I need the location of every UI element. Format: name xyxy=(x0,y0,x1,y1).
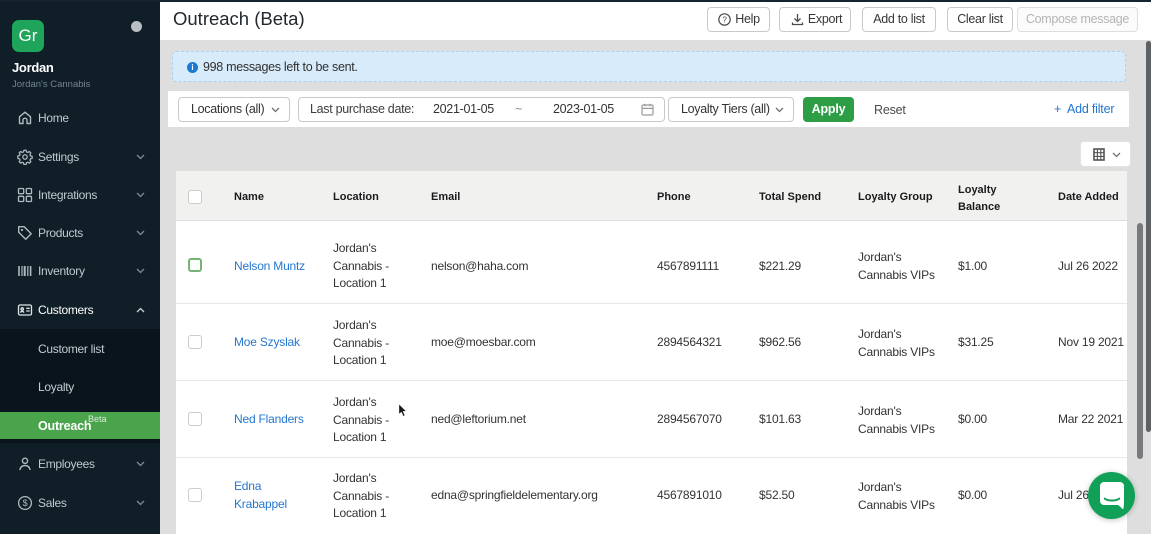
svg-text:$: $ xyxy=(23,498,28,508)
svg-text:?: ? xyxy=(722,15,727,24)
